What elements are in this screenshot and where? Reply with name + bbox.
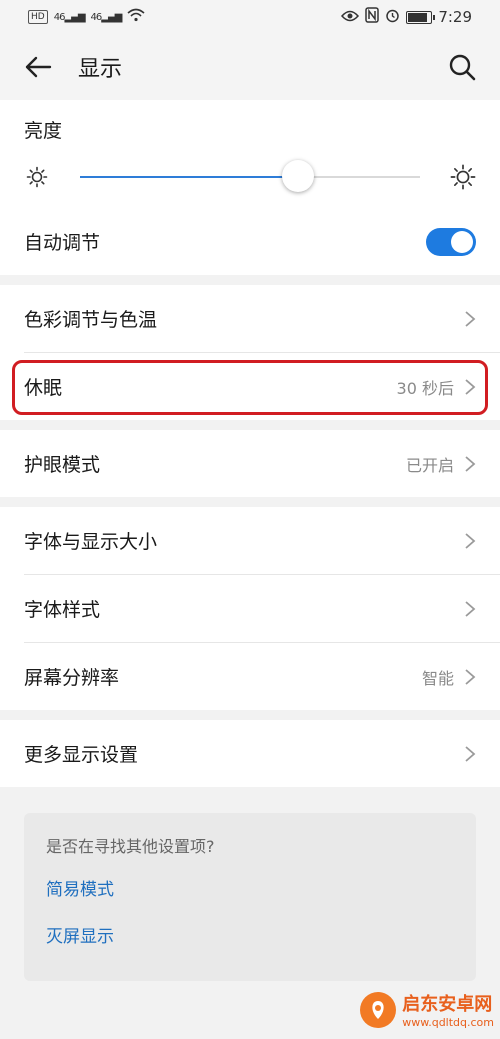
sun-small-icon: [24, 164, 50, 190]
chevron-right-icon: [465, 532, 476, 549]
search-button[interactable]: [448, 53, 476, 81]
search-icon: [449, 54, 476, 81]
color-temp-row[interactable]: 色彩调节与色温: [0, 285, 500, 352]
aod-link[interactable]: 灭屏显示: [46, 922, 454, 947]
chevron-right-icon: [465, 310, 476, 327]
sleep-label: 休眠: [24, 377, 63, 399]
back-button[interactable]: [24, 53, 52, 81]
arrow-left-icon: [25, 56, 52, 78]
watermark-url: www.qdltdq.com: [402, 1016, 494, 1029]
color-temp-label: 色彩调节与色温: [24, 309, 158, 331]
font-size-row[interactable]: 字体与显示大小: [0, 507, 500, 574]
toggle-knob: [451, 230, 473, 253]
sleep-row[interactable]: 休眠 30 秒后: [0, 353, 500, 420]
status-right: 7:29: [341, 7, 472, 27]
sleep-value: 30 秒后: [396, 378, 454, 398]
brightness-slider-row: [0, 146, 500, 208]
sun-large-icon: [450, 164, 476, 190]
signal-label-1: 46: [53, 11, 66, 23]
app-bar: 显示: [0, 34, 500, 100]
signal-icon: 46▂▄▆: [53, 11, 86, 23]
eye-comfort-label: 护眼模式: [24, 454, 101, 476]
eye-comfort-card: 护眼模式 已开启: [0, 430, 500, 497]
status-bar: HD 46▂▄▆ 46▂▄▆ 7:29: [0, 0, 500, 34]
resolution-label: 屏幕分辨率: [24, 667, 120, 689]
auto-adjust-toggle[interactable]: [426, 227, 476, 256]
section-gap: [0, 420, 500, 430]
eye-comfort-value: 已开启: [405, 455, 454, 475]
simple-mode-link[interactable]: 简易模式: [46, 875, 454, 900]
section-gap: [0, 275, 500, 285]
hd-badge: HD: [28, 10, 48, 24]
chevron-right-icon: [465, 668, 476, 685]
eye-comfort-row[interactable]: 护眼模式 已开启: [0, 430, 500, 497]
font-size-label: 字体与显示大小: [24, 531, 158, 553]
font-style-label: 字体样式: [24, 599, 101, 621]
font-style-row[interactable]: 字体样式: [0, 575, 500, 642]
chevron-right-icon: [465, 378, 476, 395]
section-gap: [0, 710, 500, 720]
chevron-right-icon: [465, 745, 476, 762]
battery-level: [408, 12, 427, 22]
alarm-icon: [385, 8, 400, 27]
status-left: HD 46▂▄▆ 46▂▄▆: [28, 8, 145, 26]
watermark-logo-icon: [360, 991, 397, 1028]
slider-fill: [80, 176, 298, 178]
color-sleep-card: 色彩调节与色温 休眠 30 秒后: [0, 285, 500, 420]
more-card: 更多显示设置: [0, 720, 500, 787]
eye-icon: [341, 8, 360, 26]
suggestions-question: 是否在寻找其他设置项?: [46, 837, 215, 856]
more-display-label: 更多显示设置: [24, 744, 139, 766]
more-display-row[interactable]: 更多显示设置: [0, 720, 500, 787]
brightness-card: 亮度 自动调节: [0, 100, 500, 275]
signal-label-2: 46: [90, 11, 103, 23]
watermark: 启东安卓网 www.qdltdq.com: [360, 990, 494, 1029]
battery-icon: [406, 10, 436, 24]
chevron-right-icon: [465, 600, 476, 617]
page-title: 显示: [78, 57, 123, 82]
font-card: 字体与显示大小 字体样式 屏幕分辨率 智能: [0, 507, 500, 710]
brightness-slider[interactable]: [80, 160, 420, 192]
resolution-value: 智能: [421, 668, 454, 688]
brightness-label: 亮度: [24, 120, 63, 142]
resolution-row[interactable]: 屏幕分辨率 智能: [0, 643, 500, 710]
watermark-title: 启东安卓网: [402, 994, 493, 1015]
chevron-right-icon: [465, 455, 476, 472]
signal-icon-2: 46▂▄▆: [90, 11, 123, 23]
wifi-icon: [127, 8, 145, 26]
clock-time: 7:29: [438, 8, 472, 26]
watermark-text: 启东安卓网 www.qdltdq.com: [402, 990, 494, 1029]
auto-adjust-row[interactable]: 自动调节: [0, 208, 500, 275]
auto-adjust-label: 自动调节: [24, 232, 101, 254]
nfc-icon: [365, 7, 380, 27]
slider-thumb[interactable]: [281, 160, 314, 192]
suggestions-card: 是否在寻找其他设置项? 简易模式 灭屏显示: [24, 813, 476, 981]
section-gap: [0, 497, 500, 507]
